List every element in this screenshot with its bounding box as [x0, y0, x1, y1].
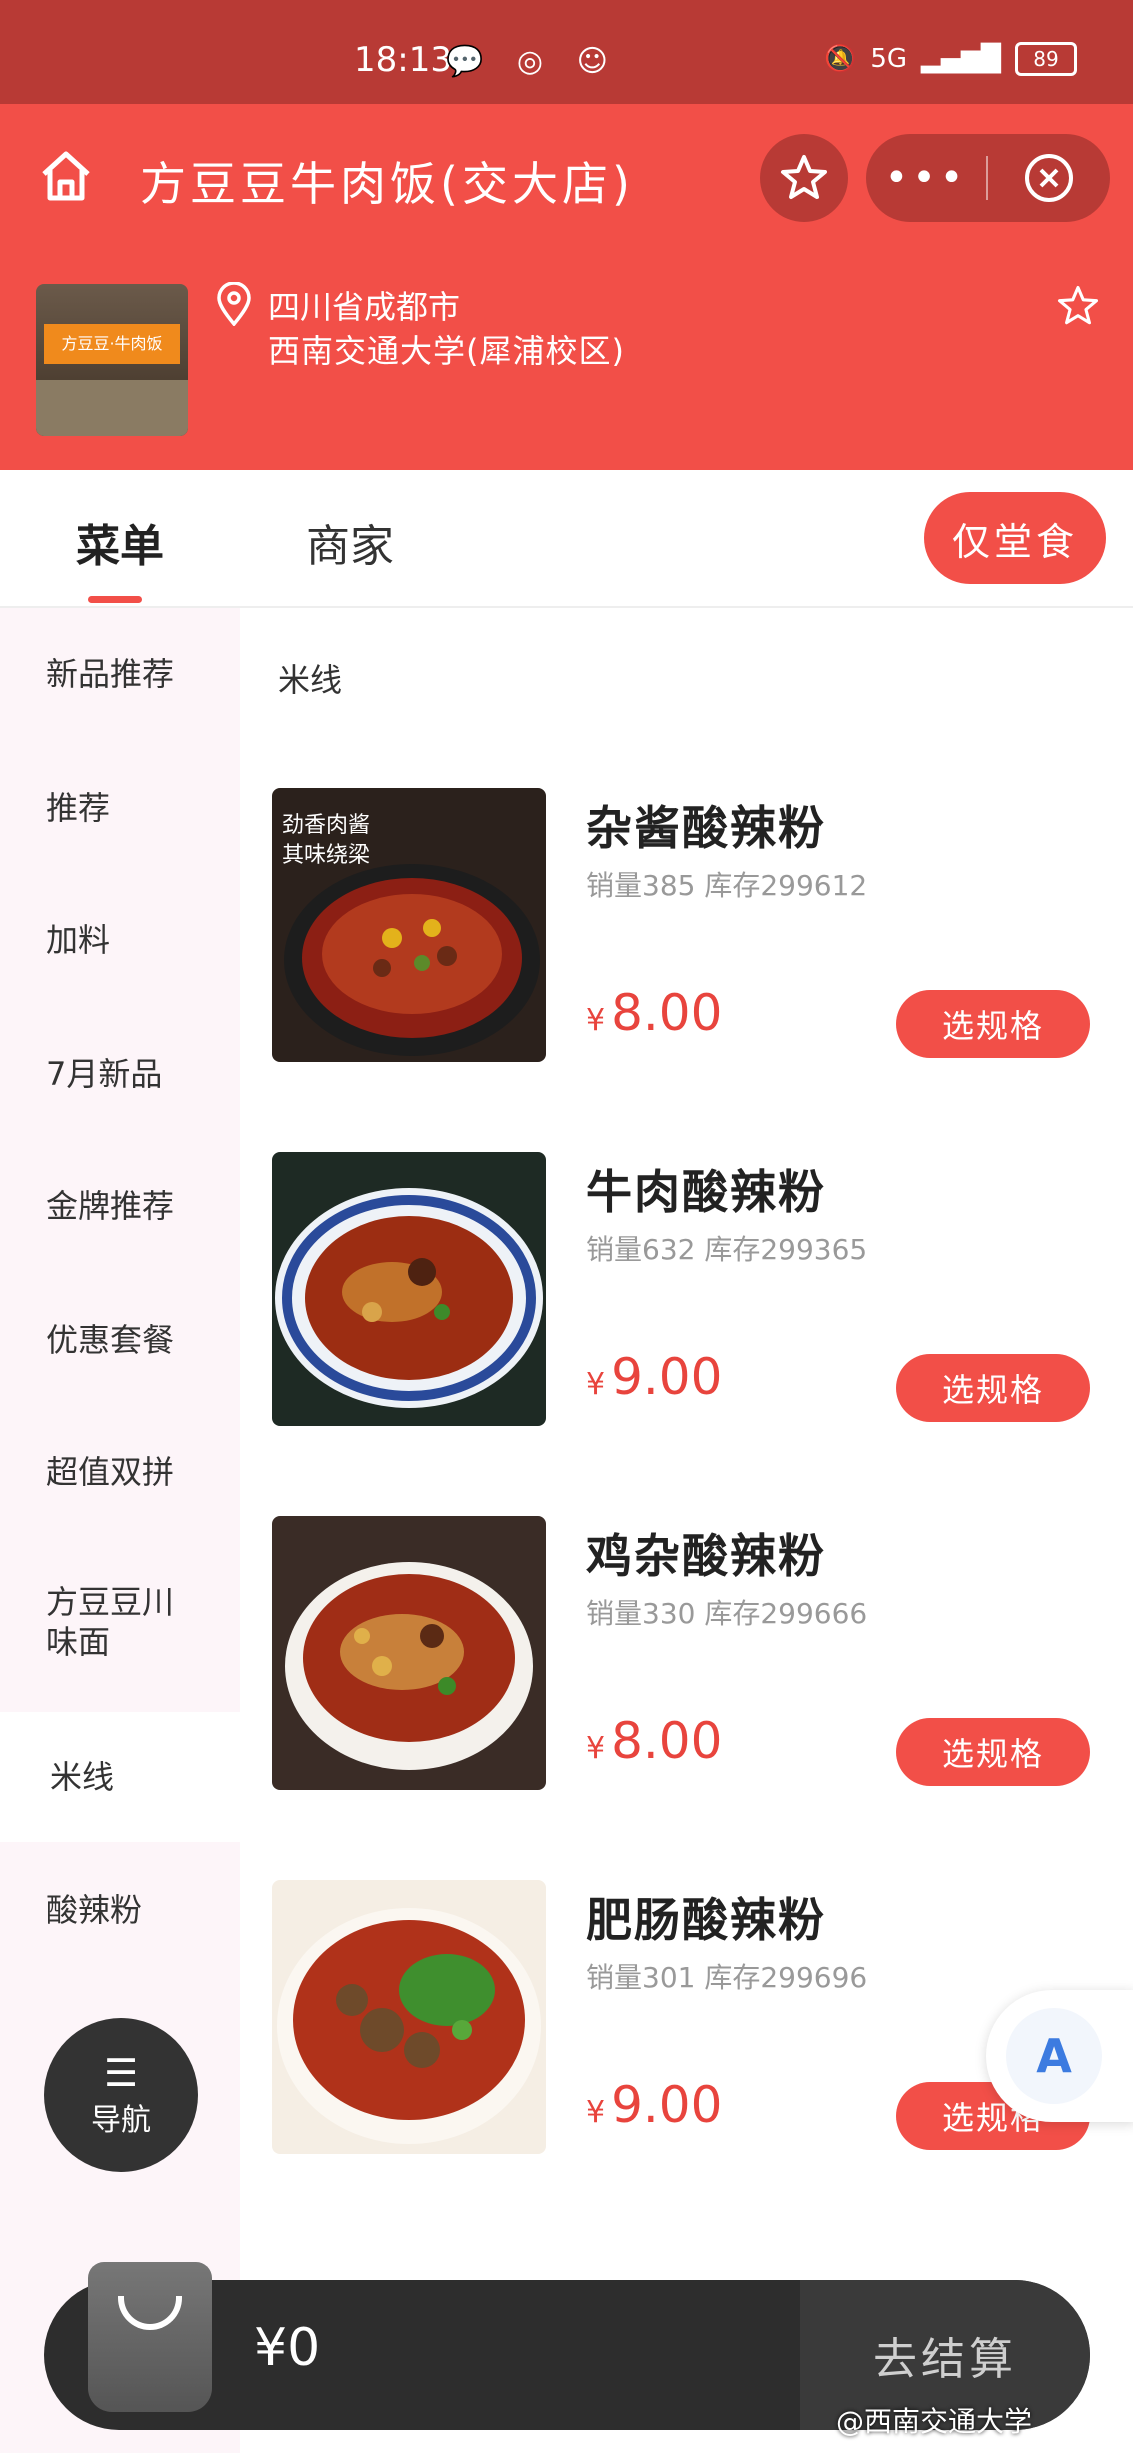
- dish-name: 肥肠酸辣粉: [586, 1893, 826, 1947]
- cart-total: ¥0: [254, 2318, 321, 2378]
- dish-stats: 销量301 库存299696: [586, 1961, 868, 1994]
- translate-button[interactable]: A: [986, 1990, 1133, 2122]
- sidebar-item-rice-noodle[interactable]: 米线: [0, 1712, 240, 1842]
- svg-text:其味绕梁: 其味绕梁: [282, 843, 370, 868]
- sidebar-item-new[interactable]: 新品推荐: [46, 654, 206, 694]
- watermark: @西南交通大学: [836, 2405, 1033, 2438]
- dish-stats: 销量330 库存299666: [586, 1597, 868, 1630]
- translate-icon: A: [1006, 2008, 1102, 2104]
- dish-name: 鸡杂酸辣粉: [586, 1529, 826, 1583]
- dish-price: ¥9.00: [586, 1348, 722, 1406]
- dish-name: 牛肉酸辣粉: [586, 1165, 826, 1219]
- dine-in-only-button[interactable]: 仅堂食: [924, 492, 1106, 584]
- dish-card: 劲香肉酱 其味绕梁 杂酱酸辣粉 销量385 库存299612 ¥8.00 选规格: [272, 788, 1133, 1068]
- location-pin-icon: [214, 281, 254, 327]
- select-spec-button[interactable]: 选规格: [896, 1354, 1090, 1422]
- dish-name: 杂酱酸辣粉: [586, 801, 826, 855]
- tab-merchant[interactable]: 商家: [306, 510, 394, 574]
- currency-symbol: ¥: [586, 1367, 606, 1402]
- select-spec-button[interactable]: 选规格: [896, 990, 1090, 1058]
- tab-menu[interactable]: 菜单: [76, 510, 164, 574]
- menu-icon: ☰: [103, 2051, 139, 2095]
- address-line2: 西南交通大学(犀浦校区): [268, 332, 625, 370]
- sidebar-item-combo[interactable]: 优惠套餐: [46, 1320, 206, 1360]
- more-button[interactable]: •••: [866, 134, 986, 222]
- collect-star-icon[interactable]: [1056, 284, 1100, 328]
- close-button[interactable]: [988, 151, 1110, 205]
- dish-stats: 销量632 库存299365: [586, 1233, 868, 1266]
- shopping-bag-icon[interactable]: [88, 2262, 212, 2412]
- currency-symbol: ¥: [586, 1731, 606, 1766]
- store-title: 方豆豆牛肉饭(交大店): [140, 157, 634, 211]
- store-header: 方豆豆牛肉饭(交大店) ••• 方豆豆·牛肉饭 四川省成都市 西南交通大学(犀浦…: [0, 104, 1133, 470]
- sidebar-item-recommend[interactable]: 推荐: [46, 788, 206, 828]
- price-value: 9.00: [611, 2076, 723, 2134]
- store-photo: 方豆豆·牛肉饭: [36, 284, 188, 436]
- favorite-star-icon[interactable]: [760, 134, 848, 222]
- category-sidebar: 新品推荐 推荐 加料 7月新品 金牌推荐 优惠套餐 超值双拼 方豆豆川味面 米线…: [0, 608, 240, 2453]
- price-value: 9.00: [611, 1348, 723, 1406]
- sidebar-item-double[interactable]: 超值双拼: [46, 1452, 206, 1492]
- navigation-button[interactable]: ☰ 导航: [44, 2018, 198, 2172]
- miniprogram-capsule: •••: [866, 134, 1110, 222]
- currency-symbol: ¥: [586, 1003, 606, 1038]
- dish-price: ¥9.00: [586, 2076, 722, 2134]
- address-line1: 四川省成都市: [268, 288, 461, 326]
- price-value: 8.00: [611, 1712, 723, 1770]
- signal-icon: ▂▄▆█: [921, 44, 1001, 74]
- currency-symbol: ¥: [586, 2095, 606, 2130]
- battery-icon: 89: [1015, 42, 1077, 76]
- store-sign: 方豆豆·牛肉饭: [44, 324, 180, 364]
- dish-card: 牛肉酸辣粉 销量632 库存299365 ¥9.00 选规格: [272, 1152, 1133, 1432]
- price-value: 8.00: [611, 984, 723, 1042]
- sidebar-item-addons[interactable]: 加料: [46, 920, 206, 960]
- sidebar-item-july-new[interactable]: 7月新品: [46, 1054, 206, 1094]
- status-right: 🔕 5G ▂▄▆█ 89: [824, 42, 1077, 76]
- tab-bar: 菜单 商家 仅堂食: [0, 470, 1133, 608]
- dish-price: ¥8.00: [586, 984, 722, 1042]
- close-icon: [1025, 154, 1073, 202]
- notification-icons: 💬 ◎ ☺: [446, 44, 620, 79]
- status-time: 18:13: [354, 40, 452, 80]
- status-bar: 18:13 💬 ◎ ☺ 🔕 5G ▂▄▆█ 89: [0, 0, 1133, 104]
- dish-image[interactable]: 劲香肉酱 其味绕梁: [272, 788, 546, 1062]
- sidebar-item-noodles[interactable]: 方豆豆川味面: [46, 1582, 196, 1662]
- svg-text:劲香肉酱: 劲香肉酱: [282, 813, 370, 838]
- sidebar-item-sour-spicy[interactable]: 酸辣粉: [46, 1890, 206, 1930]
- tab-active-indicator: [88, 596, 142, 603]
- dish-image[interactable]: [272, 1152, 546, 1426]
- dish-image[interactable]: [272, 1516, 546, 1790]
- section-title: 米线: [278, 661, 343, 699]
- dish-image[interactable]: [272, 1880, 546, 2154]
- sidebar-item-gold[interactable]: 金牌推荐: [46, 1186, 206, 1226]
- dish-card: 鸡杂酸辣粉 销量330 库存299666 ¥8.00 选规格: [272, 1516, 1133, 1796]
- mute-icon: 🔕: [823, 44, 857, 74]
- dish-stats: 销量385 库存299612: [586, 869, 868, 902]
- select-spec-button[interactable]: 选规格: [896, 1718, 1090, 1786]
- home-icon[interactable]: [36, 146, 96, 206]
- network-label: 5G: [870, 44, 908, 74]
- dish-price: ¥8.00: [586, 1712, 722, 1770]
- navigation-label: 导航: [91, 2103, 151, 2138]
